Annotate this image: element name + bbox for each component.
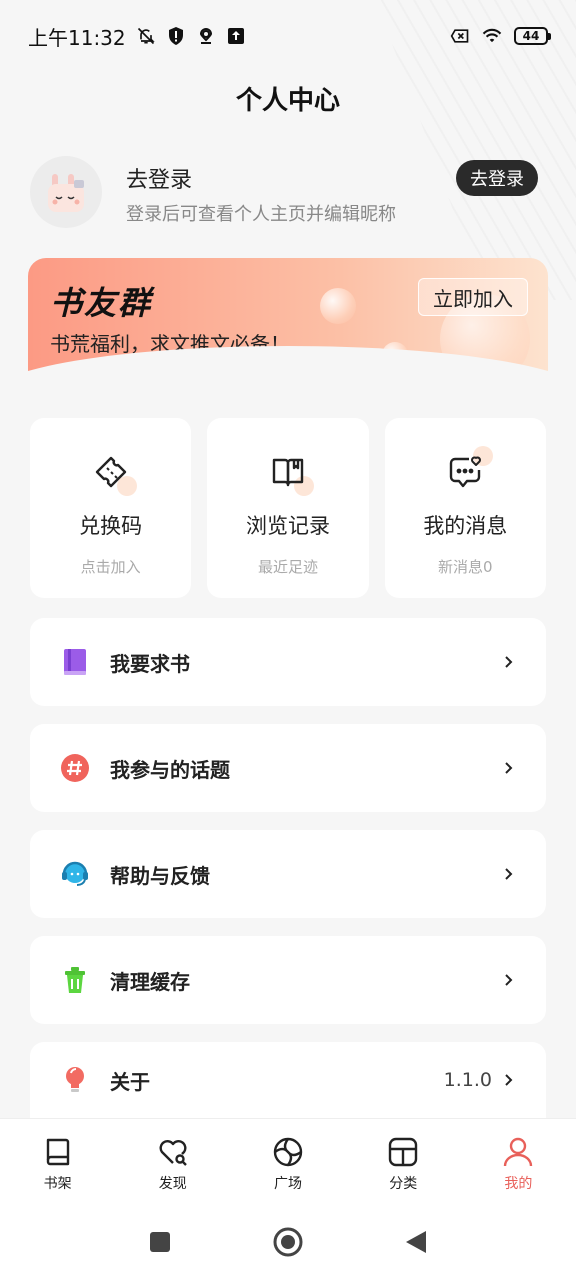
location-icon	[196, 26, 216, 46]
chevron-right-icon	[505, 1074, 513, 1086]
shield-icon	[166, 26, 186, 46]
nav-label: 广场	[274, 1176, 302, 1192]
system-navigation-bar	[0, 1204, 576, 1280]
menu-item-clear-cache[interactable]: 清理缓存	[30, 936, 546, 1024]
profile-icon	[504, 1137, 533, 1167]
quick-sub: 新消息0	[438, 558, 493, 576]
banner-title: 书友群	[50, 284, 153, 322]
menu-label: 帮助与反馈	[110, 863, 210, 888]
quick-label: 浏览记录	[245, 514, 330, 538]
hashtag-icon	[60, 753, 90, 783]
profile-name[interactable]: 去登录	[126, 162, 192, 194]
nav-bookshelf[interactable]: 书架	[0, 1119, 115, 1204]
plaza-icon	[273, 1137, 303, 1167]
bottom-navigation: 书架 发现 广场 分类 我的	[0, 1118, 576, 1204]
profile-subtitle: 登录后可查看个人主页并编辑昵称	[126, 204, 396, 225]
bookshelf-icon	[46, 1138, 69, 1166]
wifi-icon	[482, 26, 502, 46]
nav-discover[interactable]: 发现	[115, 1119, 230, 1204]
browse-history-card[interactable]: 浏览记录 最近足迹	[207, 418, 369, 598]
version-label: 1.1.0	[443, 1069, 492, 1091]
menu-label: 我参与的话题	[110, 757, 230, 782]
nav-label: 发现	[158, 1176, 187, 1192]
category-icon	[389, 1137, 418, 1167]
quick-sub: 点击加入	[80, 558, 141, 576]
ticket-icon	[95, 456, 126, 488]
status-time: 上午11:32	[28, 25, 126, 50]
chevron-right-icon	[505, 868, 513, 880]
menu-label: 我要求书	[110, 651, 190, 676]
back-button[interactable]	[404, 1229, 428, 1255]
book-request-icon	[60, 647, 90, 677]
nav-category[interactable]: 分类	[346, 1119, 461, 1204]
reader-group-banner[interactable]: 书友群 书荒福利，求文推文必备！ 立即加入	[28, 258, 548, 386]
nav-profile[interactable]: 我的	[461, 1119, 576, 1204]
chevron-right-icon	[505, 656, 513, 668]
mute-icon	[136, 26, 156, 46]
my-messages-card[interactable]: 我的消息 新消息0	[384, 418, 546, 598]
page-title: 个人中心	[235, 86, 340, 116]
recent-apps-button[interactable]	[148, 1230, 172, 1254]
menu-label: 清理缓存	[110, 969, 190, 994]
chevron-right-icon	[505, 762, 513, 774]
redeem-code-card[interactable]: 兑换码 点击加入	[30, 418, 192, 598]
quick-sub: 最近足迹	[257, 558, 318, 576]
bubble-decoration	[320, 288, 356, 324]
profile-section: 去登录 登录后可查看个人主页并编辑昵称 去登录	[30, 156, 546, 230]
status-bar: 上午11:32 44	[0, 0, 576, 72]
battery-level: 44	[522, 29, 540, 43]
menu-item-about[interactable]: 关于 1.1.0	[30, 1042, 546, 1118]
battery-icon: 44	[514, 27, 551, 45]
menu-label: 关于	[110, 1069, 150, 1094]
nav-plaza[interactable]: 广场	[230, 1119, 345, 1204]
quick-actions: 兑换码 点击加入 浏览记录 最近足迹 我的消息 新消息0	[30, 418, 546, 598]
chevron-right-icon	[505, 974, 513, 986]
quick-label: 兑换码	[79, 514, 143, 538]
banner-subtitle: 书荒福利，求文推文必备！	[50, 332, 290, 356]
quick-label: 我的消息	[423, 514, 508, 538]
nav-label: 分类	[389, 1176, 418, 1192]
menu-item-my-topics[interactable]: 我参与的话题	[30, 724, 546, 812]
login-button[interactable]: 去登录	[456, 160, 538, 196]
home-button[interactable]	[272, 1226, 304, 1258]
menu-item-help-feedback[interactable]: 帮助与反馈	[30, 830, 546, 918]
menu-item-request-book[interactable]: 我要求书	[30, 618, 546, 706]
avatar[interactable]	[30, 156, 102, 228]
upload-icon	[226, 26, 246, 46]
join-group-button[interactable]: 立即加入	[418, 278, 528, 316]
nav-label: 我的	[504, 1176, 533, 1192]
trash-icon	[60, 965, 90, 995]
bubble-decoration	[382, 342, 408, 368]
sim-off-icon	[450, 26, 470, 46]
nav-label: 书架	[43, 1176, 72, 1192]
book-open-icon	[272, 458, 304, 487]
discover-icon	[159, 1140, 187, 1166]
bulb-icon	[60, 1065, 90, 1095]
support-icon	[60, 859, 90, 889]
message-icon	[450, 456, 482, 488]
